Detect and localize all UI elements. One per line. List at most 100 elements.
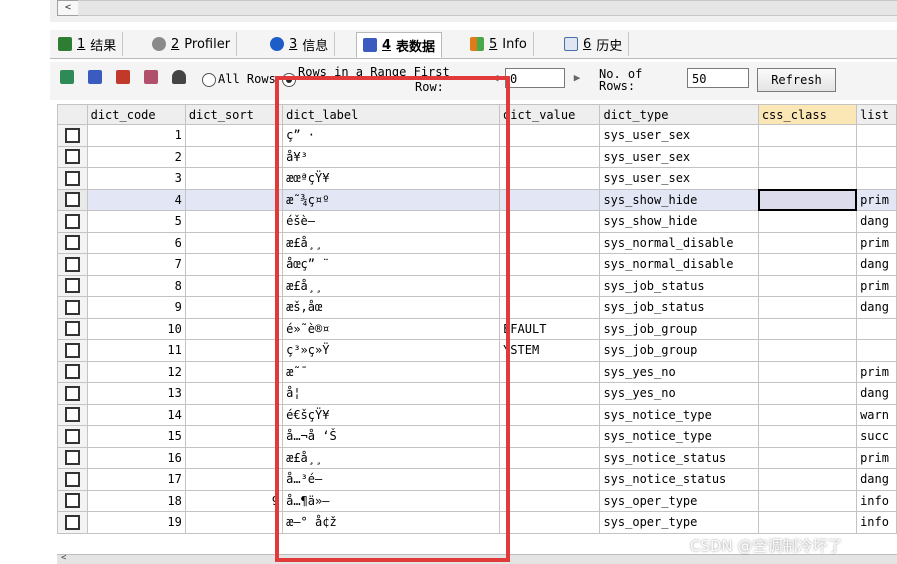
cell-css-class[interactable] [757,339,858,362]
cell-css-class[interactable] [757,124,858,147]
cell-dict-value[interactable] [499,511,601,534]
cell-dict-type[interactable]: sys_job_status [599,296,759,319]
cell-list[interactable]: prim [856,188,897,211]
column-header[interactable]: css_class [757,104,858,125]
row-checkbox[interactable] [57,339,88,362]
cell-css-class[interactable] [757,382,858,405]
checkbox-icon[interactable] [64,385,80,401]
row-checkbox[interactable] [57,489,88,512]
table-row[interactable]: 19 æ–° å¢ž sys_oper_type info [57,511,897,534]
checkbox-icon[interactable] [64,299,80,315]
cell-dict-sort[interactable] [184,296,284,319]
cell-dict-code[interactable]: 4 [86,188,186,211]
row-checkbox[interactable] [57,124,88,147]
cell-dict-sort[interactable]: 9 [184,489,284,512]
cell-dict-code[interactable]: 12 [86,360,186,383]
row-checkbox[interactable] [57,360,88,383]
table-row[interactable]: 18 9 å…¶ä»– sys_oper_type info [57,489,897,512]
insert-row-icon[interactable] [60,70,74,84]
table-row[interactable]: 9 æš‚åœ sys_job_status dang [57,296,897,319]
cell-dict-value[interactable] [499,124,601,147]
horizontal-scrollbar-top[interactable] [78,0,897,16]
cell-css-class[interactable] [757,253,858,276]
cell-dict-sort[interactable] [184,403,284,426]
cell-dict-code[interactable]: 6 [86,231,186,254]
cell-dict-code[interactable]: 10 [86,317,186,340]
all-rows-radio[interactable] [202,73,216,87]
cell-dict-type[interactable]: sys_yes_no [599,360,759,383]
checkbox-icon[interactable] [64,493,80,509]
cell-dict-value[interactable] [499,425,601,448]
tab-history[interactable]: 6 历史 [558,32,630,56]
table-row[interactable]: 6 æ­£å¸¸ sys_normal_disable prim [57,231,897,254]
cell-dict-sort[interactable] [184,210,284,233]
range-rows-radio[interactable] [282,73,296,87]
cell-dict-label[interactable]: æ˜¯ [282,360,501,383]
cell-dict-label[interactable]: æœªçŸ¥ [282,167,501,190]
cell-dict-type[interactable]: sys_notice_type [599,403,759,426]
cell-dict-value[interactable] [499,360,601,383]
delete-row-icon[interactable] [116,70,130,84]
table-row[interactable]: 13 å¦ sys_yes_no dang [57,382,897,405]
checkbox-icon[interactable] [64,471,80,487]
cell-dict-value[interactable] [499,382,601,405]
table-row[interactable]: 11 ç³»ç»Ÿ YSTEM sys_job_group [57,339,897,362]
cell-list[interactable] [856,124,897,147]
cell-dict-type[interactable]: sys_job_status [599,274,759,297]
cell-dict-sort[interactable] [184,231,284,254]
row-checkbox[interactable] [57,511,88,534]
cell-dict-type[interactable]: sys_job_group [599,317,759,340]
cell-dict-value[interactable] [499,167,601,190]
cell-dict-code[interactable]: 15 [86,425,186,448]
checkbox-icon[interactable] [64,407,80,423]
tab-table-data[interactable]: 4 表数据 [356,32,443,58]
cell-list[interactable]: prim [856,231,897,254]
cell-list[interactable]: succ [856,425,897,448]
cell-dict-label[interactable]: æš‚åœ [282,296,501,319]
cell-dict-code[interactable]: 8 [86,274,186,297]
cell-dict-code[interactable]: 19 [86,511,186,534]
prev-page-arrow-icon[interactable]: ◀ [488,68,502,88]
rows-count-input[interactable]: 50 [687,68,749,88]
checkbox-icon[interactable] [64,192,80,208]
cell-dict-label[interactable]: æ–° å¢ž [282,511,501,534]
cell-dict-label[interactable]: å…³é—­ [282,468,501,491]
cell-dict-sort[interactable] [184,468,284,491]
checkbox-icon[interactable] [64,149,80,165]
table-row[interactable]: 17 å…³é—­ sys_notice_status dang [57,468,897,491]
cell-dict-value[interactable] [499,296,601,319]
cell-dict-type[interactable]: sys_show_hide [599,210,759,233]
cell-dict-label[interactable]: å…¶ä»– [282,489,501,512]
cell-dict-sort[interactable] [184,167,284,190]
cell-dict-sort[interactable] [184,188,284,211]
table-row[interactable]: 5 éšè— sys_show_hide dang [57,210,897,233]
cell-dict-code[interactable]: 17 [86,468,186,491]
cell-dict-sort[interactable] [184,253,284,276]
cell-dict-value[interactable] [499,403,601,426]
cell-dict-value[interactable] [499,231,601,254]
checkbox-icon[interactable] [64,364,80,380]
checkbox-icon[interactable] [64,170,80,186]
cell-dict-type[interactable]: sys_oper_type [599,489,759,512]
row-checkbox[interactable] [57,425,88,448]
cell-css-class[interactable] [757,317,858,340]
table-row[interactable]: 2 å¥³ sys_user_sex [57,145,897,168]
checkbox-icon[interactable] [64,342,80,358]
cell-dict-type[interactable]: sys_yes_no [599,382,759,405]
table-row[interactable]: 4 æ˜¾ç¤º sys_show_hide prim [57,188,897,211]
column-header[interactable]: list [856,104,897,125]
row-checkbox[interactable] [57,145,88,168]
row-checkbox[interactable] [57,253,88,276]
cell-css-class[interactable] [757,489,858,512]
cell-list[interactable]: prim [856,446,897,469]
cell-dict-code[interactable]: 16 [86,446,186,469]
cell-dict-type[interactable]: sys_notice_status [599,446,759,469]
cell-css-class[interactable] [757,446,858,469]
cell-dict-type[interactable]: sys_oper_type [599,511,759,534]
next-page-arrow-icon[interactable]: ▶ [570,68,584,88]
scroll-left-arrow-icon[interactable]: < [61,553,66,563]
first-row-input[interactable]: 0 [505,68,565,88]
column-header[interactable]: dict_type [599,104,759,125]
table-row[interactable]: 3 æœªçŸ¥ sys_user_sex [57,167,897,190]
cell-list[interactable] [856,145,897,168]
